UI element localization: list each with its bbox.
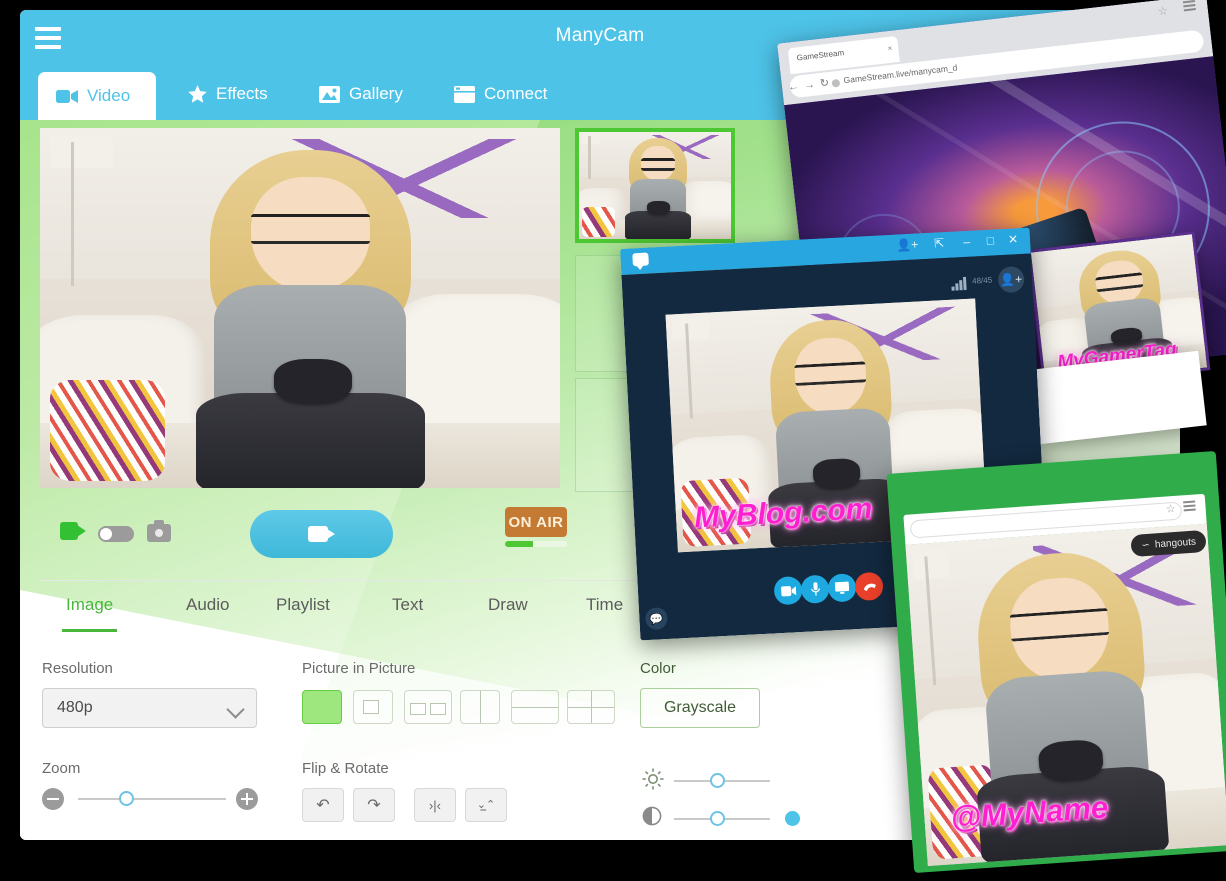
- skype-bitrate: 48/45: [971, 275, 993, 286]
- tab-video[interactable]: Video: [38, 72, 156, 120]
- hangouts-browser-window[interactable]: ☆ @MyName ∽ hangouts: [886, 450, 1226, 874]
- zoom-in-button[interactable]: [236, 788, 258, 810]
- tab-gallery[interactable]: Gallery: [301, 68, 421, 120]
- maximize-icon[interactable]: □: [986, 233, 994, 247]
- tab-draw[interactable]: Draw: [484, 581, 532, 629]
- tab-playlist[interactable]: Playlist: [272, 581, 334, 629]
- bookmark-star-icon[interactable]: ☆: [1165, 502, 1176, 516]
- pip-label: Picture in Picture: [302, 660, 416, 677]
- zoom-track[interactable]: [78, 798, 226, 800]
- minimize-icon[interactable]: –: [963, 235, 970, 249]
- resolution-value: 480p: [57, 699, 93, 716]
- star-icon: [188, 85, 207, 103]
- browser-window-icon: [454, 85, 475, 103]
- back-icon[interactable]: ←: [787, 80, 804, 94]
- camera-photo-icon[interactable]: [147, 520, 171, 542]
- resolution-label: Resolution: [42, 660, 113, 677]
- tab-audio[interactable]: Audio: [182, 581, 233, 629]
- tab-connect[interactable]: Connect: [436, 68, 565, 120]
- tab-video-label: Video: [87, 86, 131, 105]
- source-thumbnail-active[interactable]: [575, 128, 735, 243]
- pip-mode-quad[interactable]: [567, 690, 615, 724]
- contrast-slider-handle[interactable]: [710, 811, 725, 826]
- pip-mode-split-horizontal[interactable]: [511, 690, 559, 724]
- signal-bars-icon: [951, 276, 967, 291]
- pip-mode-full[interactable]: [302, 690, 342, 724]
- tab-text[interactable]: Text: [388, 581, 427, 629]
- on-air-progress: [505, 541, 567, 547]
- add-participant-button[interactable]: 👤+: [997, 265, 1025, 294]
- resolution-select[interactable]: 480p: [42, 688, 257, 728]
- flip-vertical-button[interactable]: ⌄̲⌃: [465, 788, 507, 822]
- thumbnail-scene: [579, 132, 731, 239]
- contrast-half-circle-icon: [642, 806, 662, 831]
- rotate-right-button[interactable]: ↷: [353, 788, 395, 822]
- microphone-button[interactable]: [800, 574, 830, 604]
- on-air-badge[interactable]: ON AIR: [505, 507, 567, 537]
- camera-toggle[interactable]: [98, 526, 134, 542]
- bookmark-star-icon[interactable]: ☆: [1157, 4, 1168, 18]
- zoom-slider-handle[interactable]: [119, 791, 134, 806]
- zoom-out-button[interactable]: [42, 788, 64, 810]
- video-camera-icon-status: [60, 522, 86, 540]
- share-screen-button[interactable]: [827, 573, 857, 603]
- color-grayscale-button[interactable]: Grayscale: [640, 688, 760, 728]
- saturation-slider-handle[interactable]: [785, 811, 800, 826]
- pip-mode-split-vertical[interactable]: [460, 690, 500, 724]
- video-preview[interactable]: [40, 128, 560, 488]
- hangouts-page-content: @MyName: [905, 523, 1226, 867]
- forward-icon[interactable]: →: [803, 78, 820, 92]
- hangouts-icon: ∽: [1141, 539, 1151, 551]
- close-icon[interactable]: ×: [887, 44, 893, 53]
- flip-rotate-label: Flip & Rotate: [302, 760, 389, 777]
- tab-effects[interactable]: Effects: [170, 68, 286, 120]
- add-person-icon[interactable]: 👤+: [896, 237, 919, 252]
- brightness-slider-handle[interactable]: [710, 773, 725, 788]
- rotate-left-button[interactable]: ↶: [302, 788, 344, 822]
- color-label: Color: [640, 660, 676, 677]
- tab-effects-label: Effects: [216, 84, 268, 103]
- zoom-label: Zoom: [42, 760, 81, 777]
- tab-connect-label: Connect: [484, 84, 548, 103]
- pip-mode-inset[interactable]: [353, 690, 393, 724]
- video-camera-icon: [56, 89, 78, 104]
- chrome-menu-icon[interactable]: [1183, 500, 1196, 514]
- browser-tab-title: GameStream: [796, 48, 845, 63]
- record-button[interactable]: [250, 510, 393, 558]
- tab-time[interactable]: Time: [582, 581, 627, 629]
- image-icon: [319, 85, 340, 103]
- preview-scene: [40, 128, 560, 488]
- chrome-menu-icon[interactable]: [1182, 0, 1196, 13]
- pip-mode-two-inset[interactable]: [404, 690, 452, 724]
- chevron-down-icon: [226, 700, 245, 719]
- video-call-button[interactable]: [773, 575, 803, 606]
- fullscreen-icon[interactable]: ⇱: [934, 236, 945, 251]
- tab-gallery-label: Gallery: [349, 84, 403, 103]
- close-icon[interactable]: ✕: [1008, 232, 1019, 247]
- hang-up-button[interactable]: [854, 571, 884, 602]
- hangouts-pill-label: hangouts: [1154, 536, 1197, 550]
- flip-horizontal-button[interactable]: ›|‹: [414, 788, 456, 822]
- sun-icon: [642, 768, 664, 795]
- skype-chat-icon: [632, 252, 649, 267]
- tab-image[interactable]: Image: [62, 581, 118, 632]
- screen: ManyCam Video Effects Gallery Connect ON…: [0, 0, 1226, 881]
